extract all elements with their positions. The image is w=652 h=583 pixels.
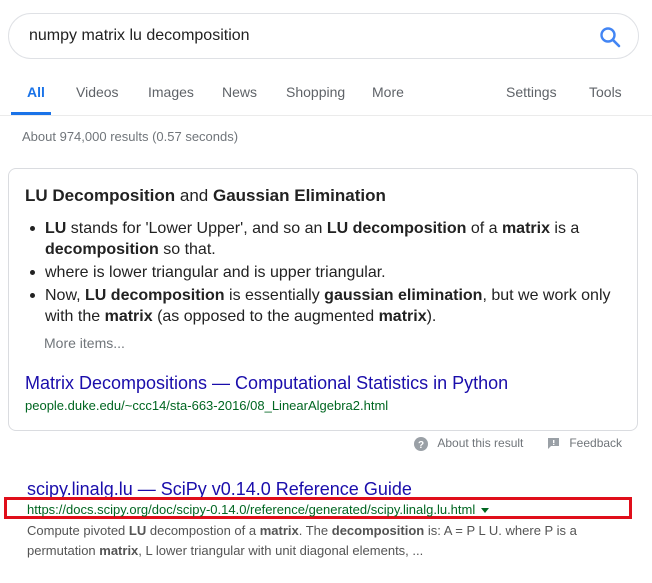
- featured-bullet-run: matrix: [378, 308, 427, 325]
- featured-source-url: people.duke.edu/~ccc14/sta-663-2016/08_L…: [25, 398, 389, 413]
- result-snippet: Compute pivoted LU decompostion of a mat…: [27, 521, 627, 561]
- result-snippet-run: LU: [128, 523, 147, 538]
- tab-more[interactable]: More: [372, 84, 404, 100]
- tabs-divider: [0, 115, 652, 116]
- result-snippet-run: decompostion of a: [146, 523, 260, 538]
- featured-bullet-run: of a: [466, 220, 502, 237]
- featured-bullet-run: gaussian elimination: [324, 287, 483, 304]
- tab-videos[interactable]: Videos: [76, 84, 119, 100]
- featured-bullet-run: ).: [426, 308, 437, 325]
- featured-title-and: and: [175, 186, 213, 205]
- result-stats: About 974,000 results (0.57 seconds): [22, 129, 239, 144]
- tab-all[interactable]: All: [27, 84, 45, 100]
- help-circle-icon: ?: [414, 436, 428, 451]
- featured-bullet-run: stands for 'Lower Upper', and so an: [66, 220, 327, 237]
- search-input[interactable]: numpy matrix lu decomposition: [29, 27, 250, 45]
- result-snippet-run: matrix: [99, 543, 139, 558]
- featured-bullet-run: LU decomposition: [326, 220, 467, 237]
- featured-snippet-title: LU Decomposition and Gaussian Eliminatio…: [25, 186, 386, 206]
- featured-bullet-run: matrix: [104, 308, 153, 325]
- featured-snippet-card: LU Decomposition and Gaussian Eliminatio…: [8, 168, 638, 431]
- featured-bullet-run: matrix: [501, 220, 550, 237]
- result-url: https://docs.scipy.org/doc/scipy-0.14.0/…: [27, 502, 490, 517]
- featured-bullet-run: LU decomposition: [85, 287, 225, 304]
- featured-bullet-run: is a: [549, 220, 580, 237]
- search-tabs: All Videos Images News Shopping More Set…: [0, 74, 652, 116]
- featured-bullet-run: (as opposed to the augmented: [152, 308, 379, 325]
- featured-bullet-run: Now,: [45, 287, 86, 304]
- featured-bullet-run: so that.: [158, 241, 216, 258]
- tab-settings[interactable]: Settings: [506, 84, 557, 100]
- result-snippet-run: . The: [298, 523, 332, 538]
- feedback-label: Feedback: [569, 436, 623, 450]
- url-dropdown-caret-icon[interactable]: [481, 508, 490, 514]
- result-snippet-run: decomposition: [331, 523, 425, 538]
- search-icon[interactable]: [598, 25, 622, 49]
- featured-bullet-run: LU: [45, 220, 67, 237]
- result-snippet-run: Compute pivoted: [27, 523, 129, 538]
- featured-bullet-item: LU stands for 'Lower Upper', and so an L…: [25, 218, 625, 260]
- featured-bullet-item: where is lower triangular and is upper t…: [25, 262, 625, 283]
- featured-title-part2: Gaussian Elimination: [212, 186, 386, 205]
- featured-bullet-run: where is lower triangular and is upper t…: [45, 264, 386, 281]
- tab-tools[interactable]: Tools: [589, 84, 622, 100]
- tab-images[interactable]: Images: [148, 84, 194, 100]
- featured-bullet-run: decomposition: [45, 241, 159, 258]
- feedback[interactable]: Feedback: [547, 436, 622, 452]
- result-snippet-run: , L lower triangular with unit diagonal …: [138, 543, 424, 558]
- featured-bullet-run: is essentially: [224, 287, 325, 304]
- featured-bullet-list: LU stands for 'Lower Upper', and so an L…: [25, 218, 625, 329]
- svg-text:?: ?: [418, 440, 424, 451]
- tab-news[interactable]: News: [222, 84, 257, 100]
- about-this-result-label: About this result: [437, 436, 524, 450]
- featured-bullet-item: Now, LU decomposition is essentially gau…: [25, 285, 625, 327]
- more-items-link[interactable]: More items...: [44, 335, 125, 351]
- featured-source-link[interactable]: Matrix Decompositions — Computational St…: [25, 373, 508, 394]
- result-snippet-run: matrix: [259, 523, 299, 538]
- tab-shopping[interactable]: Shopping: [286, 84, 345, 100]
- featured-title-part1: LU Decomposition: [25, 186, 176, 205]
- about-this-result[interactable]: ? About this result: [414, 436, 523, 452]
- result-url-text: https://docs.scipy.org/doc/scipy-0.14.0/…: [27, 502, 476, 517]
- feedback-icon: [548, 438, 559, 450]
- search-box[interactable]: numpy matrix lu decomposition: [8, 13, 639, 59]
